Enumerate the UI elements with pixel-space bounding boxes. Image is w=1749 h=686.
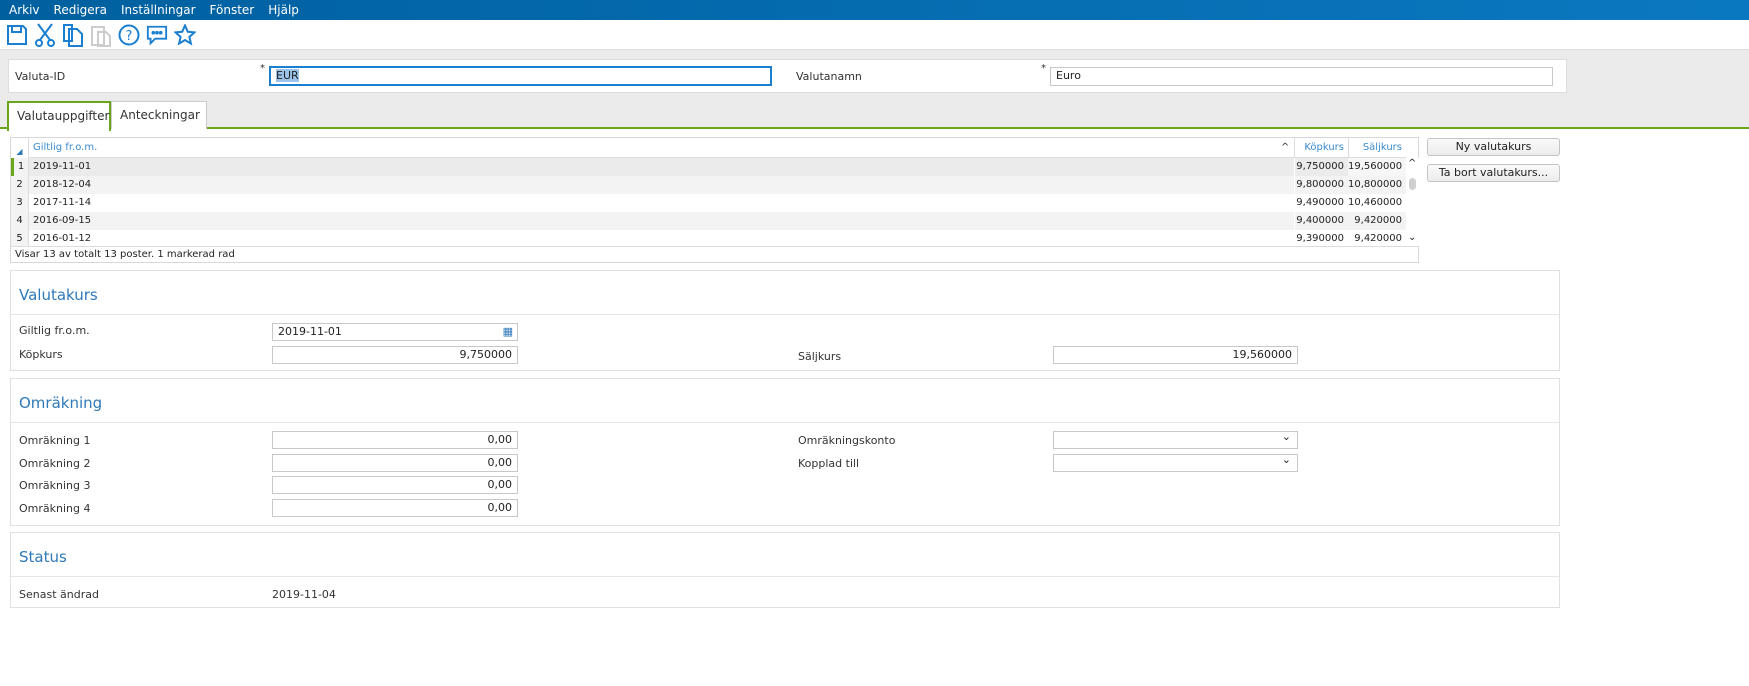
cell-kopkurs: 9,390000 [1294, 230, 1348, 246]
cell-date: 2017-11-14 [33, 197, 92, 208]
menu-installningar[interactable]: Inställningar [121, 3, 196, 17]
section-valutakurs: Valutakurs Giltlig fr.o.m. 2019-11-01 ▦ K… [10, 270, 1560, 371]
calendar-icon[interactable]: ▦ [503, 324, 513, 340]
omrakning-2-input[interactable]: 0,00 [272, 454, 518, 472]
table-row[interactable]: 1 2019-11-01 9,750000 19,560000 [11, 158, 1406, 176]
senast-andrad-value: 2019-11-04 [272, 588, 336, 601]
table-row[interactable]: 3 2017-11-14 9,490000 10,460000 [11, 194, 1406, 212]
section-title: Valutakurs [19, 286, 98, 304]
grid-scrollbar[interactable]: ^ ⌄ [1406, 158, 1419, 246]
toolbar: ? [0, 20, 1749, 50]
omrakningskonto-select[interactable] [1053, 429, 1298, 449]
divider [11, 576, 1559, 577]
senast-andrad-label: Senast ändrad [19, 588, 99, 601]
omrakning-1-input[interactable]: 0,00 [272, 431, 518, 449]
menu-bar: Arkiv Redigera Inställningar Fönster Hjä… [0, 0, 1749, 20]
svg-text:?: ? [126, 29, 133, 44]
omrakning-4-input[interactable]: 0,00 [272, 499, 518, 517]
sort-ascending-icon: ^ [1281, 142, 1290, 153]
currency-rate-grid: ◢ Giltlig fr.o.m. ^ Köpkurs Säljkurs 1 20… [10, 137, 1419, 263]
menu-hjalp[interactable]: Hjälp [268, 3, 299, 17]
row-number: 4 [11, 212, 29, 230]
comment-icon[interactable] [146, 23, 168, 47]
col-header-kopkurs[interactable]: Köpkurs [1294, 138, 1348, 158]
kopplad-till-label: Kopplad till [798, 457, 860, 470]
scroll-up-icon[interactable]: ^ [1408, 158, 1416, 169]
omrakning-3-label: Omräkning 3 [19, 479, 91, 492]
col-header-saljkurs[interactable]: Säljkurs [1348, 138, 1406, 158]
section-omrakning: Omräkning Omräkning 1 0,00 Omräkning 2 0… [10, 378, 1560, 526]
saljkurs-label: Säljkurs [798, 350, 842, 363]
menu-arkiv[interactable]: Arkiv [9, 3, 40, 17]
scroll-down-icon[interactable]: ⌄ [1408, 232, 1416, 243]
section-title: Omräkning [19, 394, 103, 412]
cell-saljkurs: 10,460000 [1348, 197, 1403, 208]
row-number: 1 [11, 158, 29, 176]
delete-rate-button[interactable]: Ta bort valutakurs... [1427, 164, 1560, 182]
omrakning-4-label: Omräkning 4 [19, 502, 91, 515]
date-input[interactable]: 2019-11-01 ▦ [272, 323, 518, 341]
omrakning-3-input[interactable]: 0,00 [272, 476, 518, 494]
omrakning-1-label: Omräkning 1 [19, 434, 91, 447]
date-label: Giltlig fr.o.m. [19, 324, 90, 337]
table-row[interactable]: 2 2018-12-04 9,800000 10,800000 [11, 176, 1406, 194]
save-icon[interactable] [6, 23, 28, 47]
row-number: 5 [11, 230, 29, 246]
saljkurs-input[interactable]: 19,560000 [1053, 346, 1298, 364]
valuta-id-input[interactable]: EUR [269, 66, 772, 86]
omrakningskonto-label: Omräkningskonto [798, 434, 896, 447]
cell-saljkurs: 19,560000 [1348, 158, 1406, 176]
cell-saljkurs: 10,800000 [1348, 179, 1403, 190]
kopkurs-input[interactable]: 9,750000 [272, 346, 518, 364]
kopkurs-label: Köpkurs [19, 348, 63, 361]
paste-icon [90, 23, 112, 47]
cell-date: 2016-09-15 [33, 215, 92, 226]
scroll-thumb[interactable] [1409, 178, 1416, 190]
cut-icon[interactable] [34, 22, 56, 47]
required-marker: * [260, 63, 265, 74]
help-icon[interactable]: ? [118, 23, 140, 47]
cell-kopkurs: 9,800000 [1294, 176, 1348, 194]
date-value: 2019-11-01 [278, 325, 342, 338]
grid-header: ◢ Giltlig fr.o.m. ^ Köpkurs Säljkurs [11, 138, 1406, 158]
kopplad-till-select[interactable] [1053, 452, 1298, 472]
row-number: 3 [11, 194, 29, 212]
menu-redigera[interactable]: Redigera [54, 3, 107, 17]
table-row[interactable]: 5 2016-01-12 9,390000 9,420000 [11, 230, 1406, 246]
row-number: 2 [11, 176, 29, 194]
divider [11, 422, 1559, 423]
select-all-corner[interactable]: ◢ [11, 138, 29, 158]
cell-saljkurs: 9,420000 [1354, 215, 1402, 226]
tab-anteckningar[interactable]: Anteckningar [111, 101, 207, 129]
copy-icon[interactable] [62, 23, 84, 47]
valutanamn-label: Valutanamn [796, 70, 862, 83]
col-header-date[interactable]: Giltlig fr.o.m. [33, 138, 97, 158]
section-status: Status Senast ändrad 2019-11-04 [10, 532, 1560, 608]
menu-fonster[interactable]: Fönster [210, 3, 255, 17]
valutanamn-input[interactable]: Euro [1050, 67, 1553, 86]
valuta-id-value: EUR [276, 69, 299, 82]
new-rate-button[interactable]: Ny valutakurs [1427, 138, 1560, 156]
cell-date: 2016-01-12 [33, 233, 92, 244]
valuta-id-label: Valuta-ID [15, 70, 66, 83]
tab-valutauppgifter[interactable]: Valutauppgifter [7, 101, 111, 131]
omrakning-2-label: Omräkning 2 [19, 457, 91, 470]
cell-kopkurs: 9,400000 [1294, 212, 1348, 230]
star-icon[interactable] [174, 23, 196, 47]
cell-kopkurs: 9,490000 [1294, 194, 1348, 212]
required-marker: * [1041, 63, 1046, 74]
cell-saljkurs: 9,420000 [1354, 233, 1402, 244]
header-form: Valuta-ID * EUR Valutanamn * Euro [8, 59, 1567, 93]
table-row[interactable]: 4 2016-09-15 9,400000 9,420000 [11, 212, 1406, 230]
cell-date: 2019-11-01 [33, 161, 92, 172]
cell-kopkurs: 9,750000 [1294, 158, 1348, 176]
section-title: Status [19, 548, 67, 566]
cell-date: 2018-12-04 [33, 179, 92, 190]
grid-footer: Visar 13 av totalt 13 poster. 1 markerad… [11, 246, 1418, 262]
divider [11, 314, 1559, 315]
